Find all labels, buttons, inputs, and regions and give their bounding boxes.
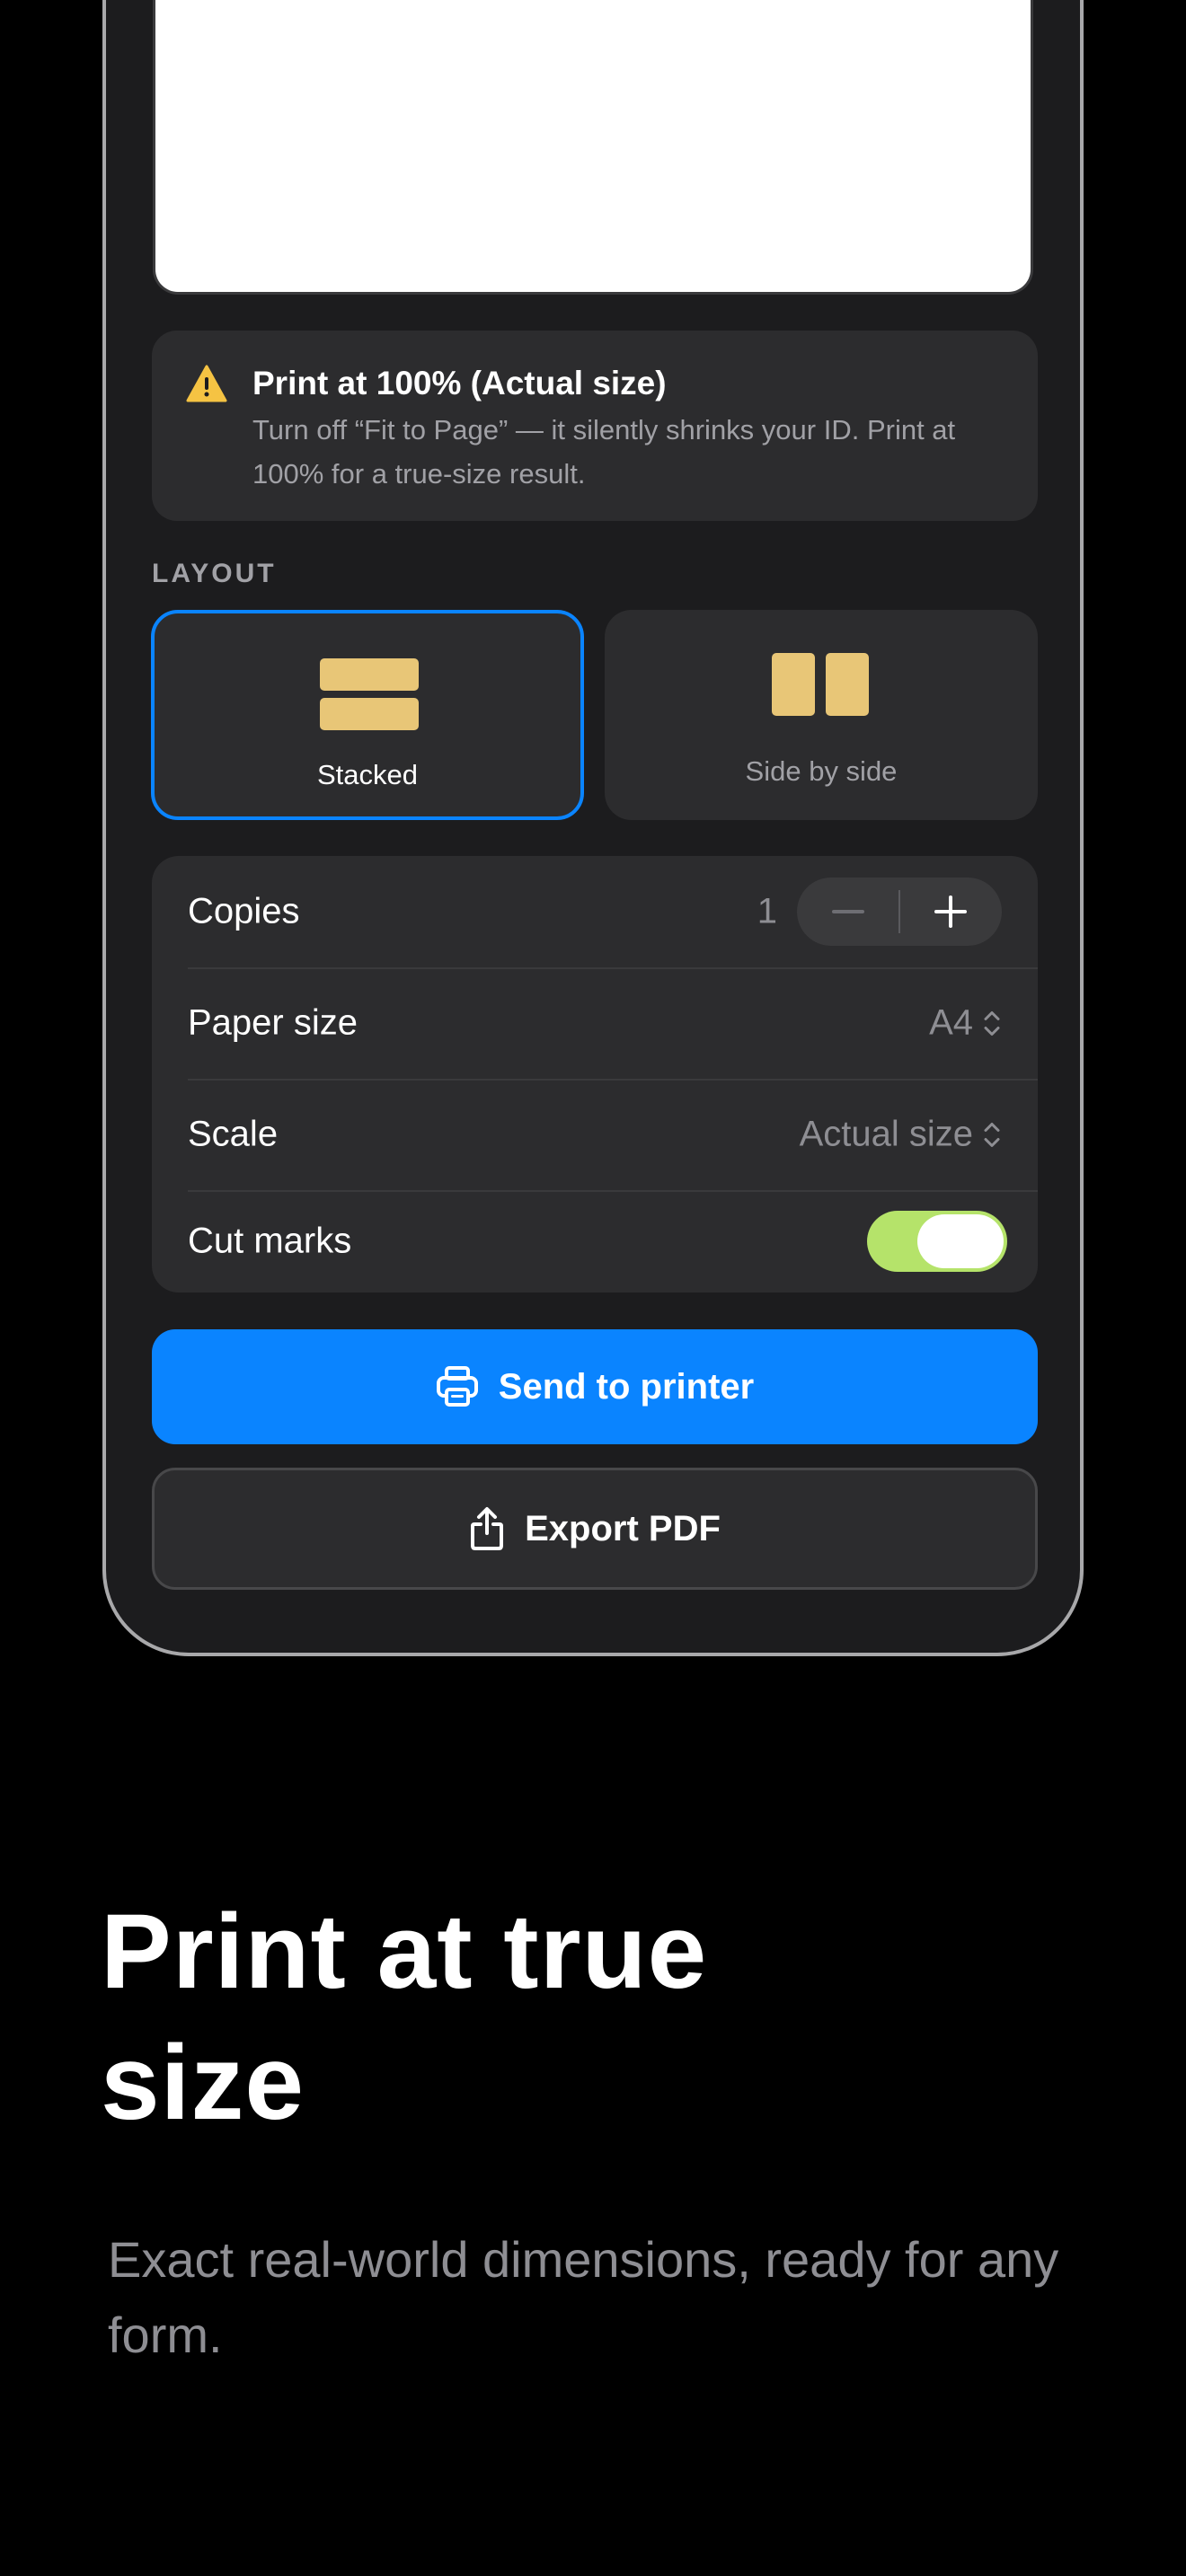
warning-icon (186, 365, 227, 402)
print-settings-group: Copies 1 Paper size A4 Scale Actual size… (152, 856, 1038, 1292)
notice-body: Turn off “Fit to Page” — it silently shr… (252, 414, 956, 490)
send-to-printer-button[interactable]: Send to printer (152, 1329, 1038, 1444)
copies-label: Copies (188, 891, 300, 931)
printer-icon (436, 1366, 478, 1407)
layout-option-stacked[interactable]: Stacked (151, 610, 584, 820)
export-pdf-button[interactable]: Export PDF (152, 1468, 1038, 1590)
layout-option-label: Side by side (745, 755, 898, 787)
marketing-subline: Exact real-world dimensions, ready for a… (108, 2231, 1059, 2363)
print-preview-sheet (153, 0, 1033, 295)
paper-size-value: A4 (929, 1002, 973, 1043)
marketing-headline: Print at true size (101, 1886, 909, 2148)
minus-icon (832, 910, 864, 913)
scale-value: Actual size (799, 1114, 973, 1154)
toggle-knob (917, 1214, 1004, 1268)
print-size-notice: Print at 100% (Actual size) Turn off “Fi… (152, 331, 1038, 521)
copies-value: 1 (757, 891, 777, 931)
export-pdf-label: Export PDF (525, 1508, 721, 1548)
chevron-up-down-icon (984, 1122, 1000, 1147)
send-to-printer-label: Send to printer (498, 1366, 755, 1407)
notice-title: Print at 100% (Actual size) (252, 365, 667, 401)
increment-button[interactable] (899, 878, 1002, 946)
scale-picker[interactable]: Actual size (800, 1115, 1002, 1155)
chevron-up-down-icon (984, 1010, 1000, 1036)
layout-section-label: LAYOUT (152, 559, 277, 588)
paper-size-label: Paper size (188, 1002, 358, 1043)
copies-stepper[interactable] (797, 878, 1002, 946)
scale-label: Scale (188, 1114, 279, 1154)
cut-marks-row: Cut marks (188, 1190, 1038, 1292)
decrement-button[interactable] (797, 878, 899, 946)
copies-row: Copies 1 (188, 856, 1038, 969)
layout-option-label: Stacked (316, 759, 418, 790)
plus-icon (934, 895, 967, 928)
layout-option-side-by-side[interactable]: Side by side (605, 610, 1038, 820)
headline-line-1: Print at true (101, 1892, 708, 2011)
stacked-layout-icon (320, 658, 419, 730)
paper-size-row[interactable]: Paper size A4 (188, 967, 1038, 1081)
scale-row[interactable]: Scale Actual size (188, 1079, 1038, 1192)
headline-line-2: size (101, 2024, 305, 2142)
paper-size-picker[interactable]: A4 (929, 1003, 1002, 1044)
cut-marks-toggle[interactable] (867, 1211, 1007, 1272)
share-icon (471, 1507, 504, 1550)
cut-marks-label: Cut marks (188, 1221, 352, 1261)
side-by-side-layout-icon (772, 653, 871, 716)
